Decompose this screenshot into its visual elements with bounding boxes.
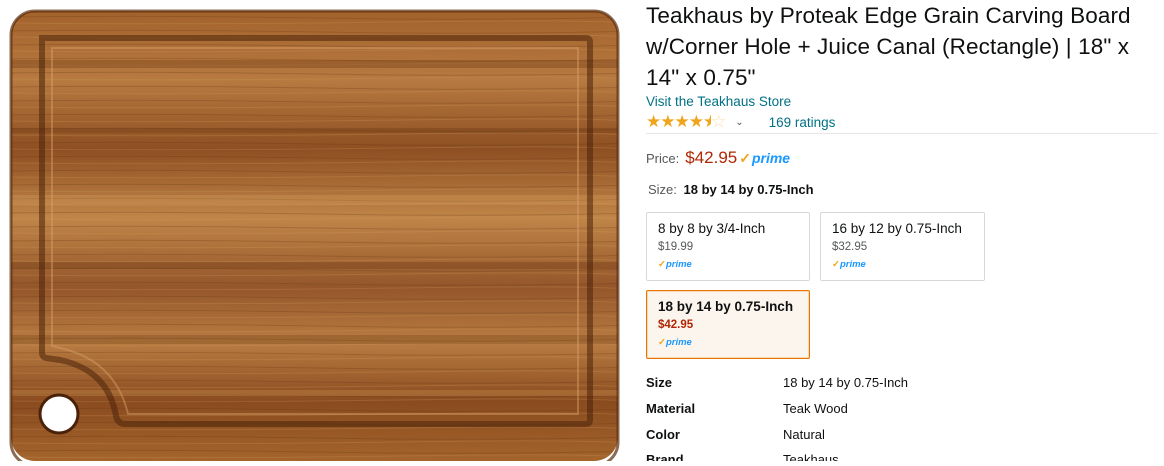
size-selected-value: 18 by 14 by 0.75-Inch — [683, 182, 814, 197]
swatch-prime-badge: ✓prime — [658, 337, 692, 348]
spec-key: Brand — [646, 452, 684, 461]
size-selection-label: Size: 18 by 14 by 0.75-Inch — [648, 182, 814, 197]
title-line-3: 14" x 0.75" — [646, 65, 756, 90]
cutting-board-image — [9, 9, 620, 466]
swatch-price: $19.99 — [658, 241, 694, 253]
spec-value: Teakhaus — [783, 452, 839, 461]
price-label: Price: — [646, 151, 680, 166]
spec-value: Natural — [783, 427, 825, 442]
swatch-price: $32.95 — [832, 241, 868, 253]
spec-value: 18 by 14 by 0.75-Inch — [783, 375, 909, 390]
product-title: Teakhaus by Proteak Edge Grain Carving B… — [646, 0, 1158, 93]
spec-row-brand: Brand Teakhaus — [646, 452, 1158, 461]
swatch-name: 16 by 12 by 0.75-Inch — [832, 221, 962, 236]
rating-row: ★★★★★☆ ⌄ 169 ratings — [646, 112, 836, 132]
price-row: Price: $42.95 ✓prime — [646, 148, 790, 168]
spec-key: Size — [646, 375, 673, 390]
swatch-prime-badge: ✓prime — [658, 259, 692, 270]
size-swatch-18x14-selected[interactable]: 18 by 14 by 0.75-Inch $42.95 ✓prime — [646, 290, 810, 359]
title-line-2: w/Corner Hole + Juice Canal (Rectangle) … — [646, 34, 1130, 59]
divider — [646, 133, 1158, 134]
size-swatch-16x12[interactable]: 16 by 12 by 0.75-Inch $32.95 ✓prime — [820, 212, 985, 281]
spec-row-size: Size 18 by 14 by 0.75-Inch — [646, 375, 1158, 395]
product-image[interactable] — [0, 0, 640, 466]
title-line-1: Teakhaus by Proteak Edge Grain Carving B… — [646, 3, 1131, 28]
prime-check-icon: ✓ — [739, 150, 751, 166]
chevron-down-icon[interactable]: ⌄ — [735, 117, 743, 128]
spec-row-material: Material Teak Wood — [646, 401, 1158, 421]
store-link[interactable]: Visit the Teakhaus Store — [646, 94, 791, 109]
swatch-name: 18 by 14 by 0.75-Inch — [658, 299, 794, 314]
size-label: Size: — [648, 182, 677, 197]
prime-badge: ✓prime — [739, 150, 791, 166]
swatch-price: $42.95 — [658, 319, 694, 331]
spec-key: Color — [646, 427, 680, 442]
price-value: $42.95 — [685, 148, 738, 167]
size-swatch-8x8[interactable]: 8 by 8 by 3/4-Inch $19.99 ✓prime — [646, 212, 810, 281]
spec-row-color: Color Natural — [646, 427, 1158, 447]
spec-value: Teak Wood — [783, 401, 848, 416]
ratings-count-link[interactable]: 169 ratings — [769, 115, 836, 130]
spec-key: Material — [646, 401, 696, 416]
product-info: Teakhaus by Proteak Edge Grain Carving B… — [646, 0, 1158, 461]
star-rating-icon[interactable]: ★★★★★☆ — [646, 112, 726, 132]
swatch-name: 8 by 8 by 3/4-Inch — [658, 221, 766, 236]
swatch-prime-badge: ✓prime — [832, 259, 866, 270]
